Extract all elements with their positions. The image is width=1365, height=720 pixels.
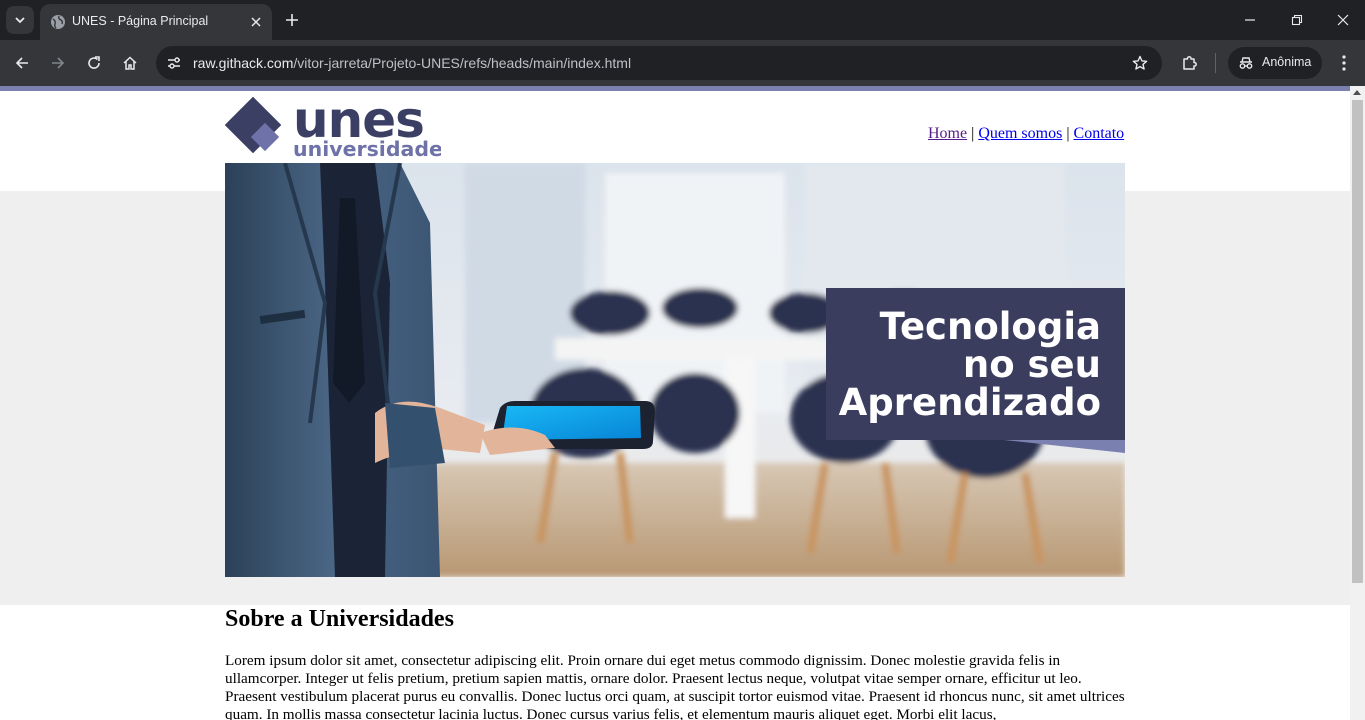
active-tab[interactable]: UNES - Página Principal: [40, 4, 272, 40]
new-tab-button[interactable]: [280, 8, 304, 32]
scrollbar-thumb[interactable]: [1352, 100, 1363, 583]
tablet-device: [480, 401, 655, 455]
tab-strip: UNES - Página Principal: [0, 0, 1365, 40]
page-viewport: unes universidade Home | Quem somos | Co…: [0, 86, 1365, 720]
tab-close-button[interactable]: [246, 12, 266, 32]
tab-search-button[interactable]: [6, 6, 34, 34]
site-info-button[interactable]: [162, 51, 186, 75]
arrow-right-icon: [52, 57, 65, 69]
toolbar-divider: [1215, 53, 1216, 73]
address-bar[interactable]: raw.githack.com/vitor-jarreta/Projeto-UN…: [156, 46, 1162, 80]
banner-line-2: no seu: [963, 343, 1101, 386]
hero-banner-image: Tecnologia no seu Aprendizado: [225, 163, 1125, 577]
extensions-button[interactable]: [1178, 51, 1202, 75]
chevron-down-icon: [15, 17, 25, 24]
globe-icon: [51, 15, 65, 29]
about-heading: Sobre a Universidades: [225, 606, 454, 632]
nav-separator: |: [971, 125, 975, 142]
banner-caption-box: Tecnologia no seu Aprendizado: [826, 288, 1125, 453]
plus-icon: [286, 14, 298, 26]
incognito-icon: [1239, 57, 1253, 69]
restore-icon: [1291, 14, 1303, 26]
close-icon: [251, 17, 261, 27]
nav-link-quem-somos[interactable]: Quem somos: [978, 125, 1062, 142]
about-paragraph: Lorem ipsum dolor sit amet, consectetur …: [225, 652, 1125, 720]
back-button[interactable]: [9, 50, 35, 76]
close-window-button[interactable]: [1331, 8, 1355, 32]
nav-link-contato[interactable]: Contato: [1074, 125, 1125, 142]
browser-menu-button[interactable]: [1332, 51, 1356, 75]
arrow-left-icon: [15, 57, 28, 69]
main-nav: Home | Quem somos | Contato: [928, 125, 1124, 143]
unes-logo[interactable]: unes universidade: [225, 97, 441, 159]
url-host: raw.githack.com: [193, 55, 294, 71]
page-scrollbar[interactable]: [1350, 86, 1365, 720]
more-vertical-icon: [1342, 55, 1346, 71]
banner-line-3: Aprendizado: [839, 381, 1101, 424]
logo-subword: universidade: [293, 137, 441, 159]
reload-icon: [88, 56, 100, 69]
banner-line-1: Tecnologia: [880, 305, 1101, 348]
tab-title: UNES - Página Principal: [72, 14, 209, 28]
home-button[interactable]: [117, 50, 143, 76]
minimize-icon: [1245, 19, 1255, 21]
puzzle-icon: [1183, 56, 1197, 70]
star-icon: [1132, 55, 1148, 70]
scroll-up-arrow[interactable]: [1353, 90, 1361, 95]
profile-label: Anônima: [1262, 55, 1312, 69]
profile-button[interactable]: Anônima: [1228, 47, 1322, 79]
browser-toolbar: raw.githack.com/vitor-jarreta/Projeto-UN…: [0, 40, 1365, 86]
nav-link-home[interactable]: Home: [928, 125, 967, 142]
tune-icon: [168, 57, 180, 69]
close-icon: [1337, 14, 1349, 26]
url-text[interactable]: raw.githack.com/vitor-jarreta/Projeto-UN…: [193, 55, 631, 71]
forward-button[interactable]: [45, 50, 71, 76]
home-icon: [123, 56, 137, 70]
restore-button[interactable]: [1285, 8, 1309, 32]
bookmark-button[interactable]: [1130, 53, 1150, 73]
minimize-button[interactable]: [1238, 8, 1262, 32]
reload-button[interactable]: [81, 50, 107, 76]
nav-separator: |: [1066, 125, 1070, 142]
url-path: /vitor-jarreta/Projeto-UNES/refs/heads/m…: [293, 55, 632, 71]
